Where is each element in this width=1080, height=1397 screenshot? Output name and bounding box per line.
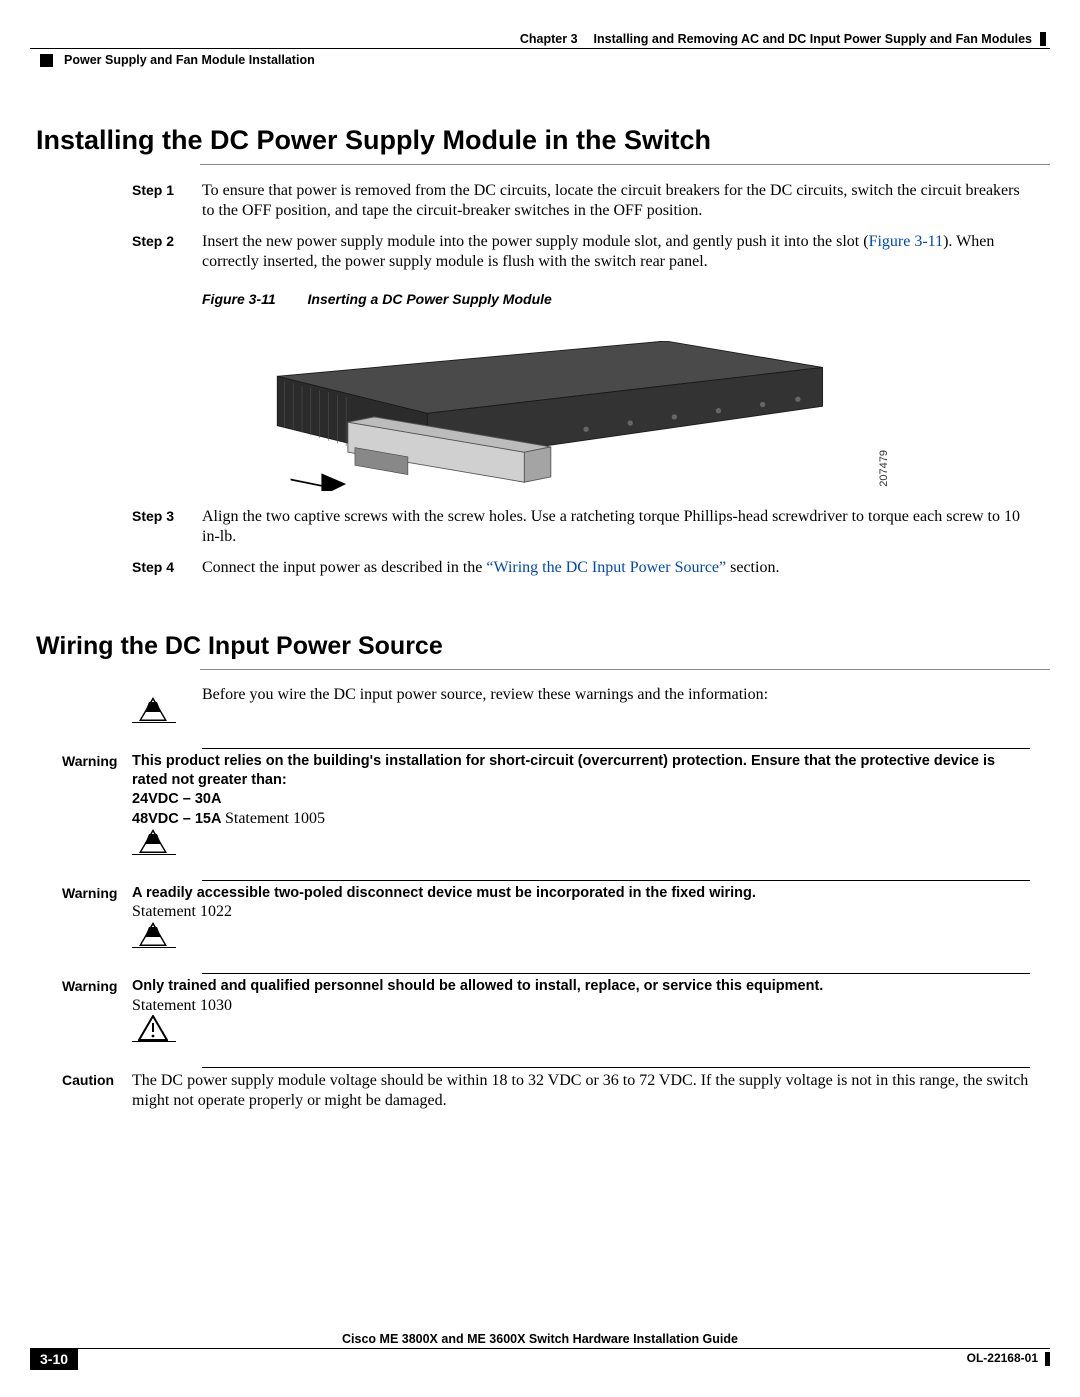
caution-block: Caution The DC power supply module volta… — [132, 1039, 1030, 1112]
notice-body: This product relies on the building's in… — [132, 752, 1030, 829]
section-title-wiring: Wiring the DC Input Power Source — [30, 632, 1050, 661]
notice-body: Only trained and qualified personnel sho… — [132, 977, 1030, 1017]
section-path: Power Supply and Fan Module Installation — [64, 53, 315, 67]
header-start-mark — [40, 54, 53, 67]
step-body: Connect the input power as described in … — [202, 558, 1030, 578]
step-row: Step 3 Align the two captive screws with… — [132, 507, 1030, 548]
document-id: OL-22168-01 — [967, 1351, 1038, 1365]
warning-block: Warning This product relies on the build… — [132, 720, 1030, 829]
figure-image: 207479 — [202, 317, 870, 507]
step-body: To ensure that power is removed from the… — [202, 181, 1030, 222]
section-title-installing: Installing the DC Power Supply Module in… — [30, 125, 1050, 156]
section-intro: Before you wire the DC input power sourc… — [202, 686, 1030, 704]
header-end-mark — [1040, 32, 1046, 46]
running-header-right: Chapter 3 Installing and Removing AC and… — [30, 32, 1050, 46]
step-body: Align the two captive screws with the sc… — [202, 507, 1030, 548]
chapter-title: Installing and Removing AC and DC Input … — [594, 32, 1032, 46]
figure-number: Figure 3-11 — [202, 291, 276, 307]
step-row: Step 1 To ensure that power is removed f… — [132, 181, 1030, 222]
step-label: Step 4 — [132, 558, 202, 578]
figure-caption-text: Inserting a DC Power Supply Module — [308, 291, 552, 307]
warning-icon — [132, 852, 202, 880]
page-number: 3-10 — [30, 1348, 78, 1370]
running-header-left: Power Supply and Fan Module Installation — [30, 53, 1050, 67]
step-body: Insert the new power supply module into … — [202, 232, 1030, 273]
switch-illustration — [212, 341, 872, 491]
step-row: Step 2 Insert the new power supply modul… — [132, 232, 1030, 273]
notice-body: A readily accessible two-poled disconnec… — [132, 884, 1030, 924]
warning-block: Warning A readily accessible two-poled d… — [132, 852, 1030, 924]
section-rule — [200, 164, 1050, 165]
page-footer: Cisco ME 3800X and ME 3600X Switch Hardw… — [30, 1328, 1050, 1371]
step-row: Step 4 Connect the input power as descri… — [132, 558, 1030, 578]
book-title: Cisco ME 3800X and ME 3600X Switch Hardw… — [342, 1332, 738, 1346]
warning-icon — [132, 720, 202, 748]
warning-block: Warning Only trained and qualified perso… — [132, 945, 1030, 1017]
statement-ref: Statement 1022 — [132, 902, 1030, 923]
header-rule — [30, 48, 1050, 49]
footer-end-mark — [1045, 1352, 1050, 1366]
caution-icon — [132, 1039, 202, 1067]
step-label: Step 2 — [132, 232, 202, 273]
section-rule — [200, 669, 1050, 670]
page: Chapter 3 Installing and Removing AC and… — [0, 0, 1080, 1397]
section-xref[interactable]: “Wiring the DC Input Power Source” — [486, 559, 726, 576]
figure-caption: Figure 3-11 Inserting a DC Power Supply … — [202, 291, 1050, 307]
step-label: Step 1 — [132, 181, 202, 222]
image-number: 207479 — [878, 450, 890, 487]
figure-xref[interactable]: Figure 3-11 — [869, 233, 944, 250]
notice-body: The DC power supply module voltage shoul… — [132, 1071, 1030, 1112]
warning-icon — [132, 945, 202, 973]
statement-ref: Statement 1030 — [132, 996, 1030, 1017]
statement-ref: Statement 1005 — [225, 810, 325, 827]
chapter-label: Chapter 3 — [520, 32, 578, 46]
step-label: Step 3 — [132, 507, 202, 548]
